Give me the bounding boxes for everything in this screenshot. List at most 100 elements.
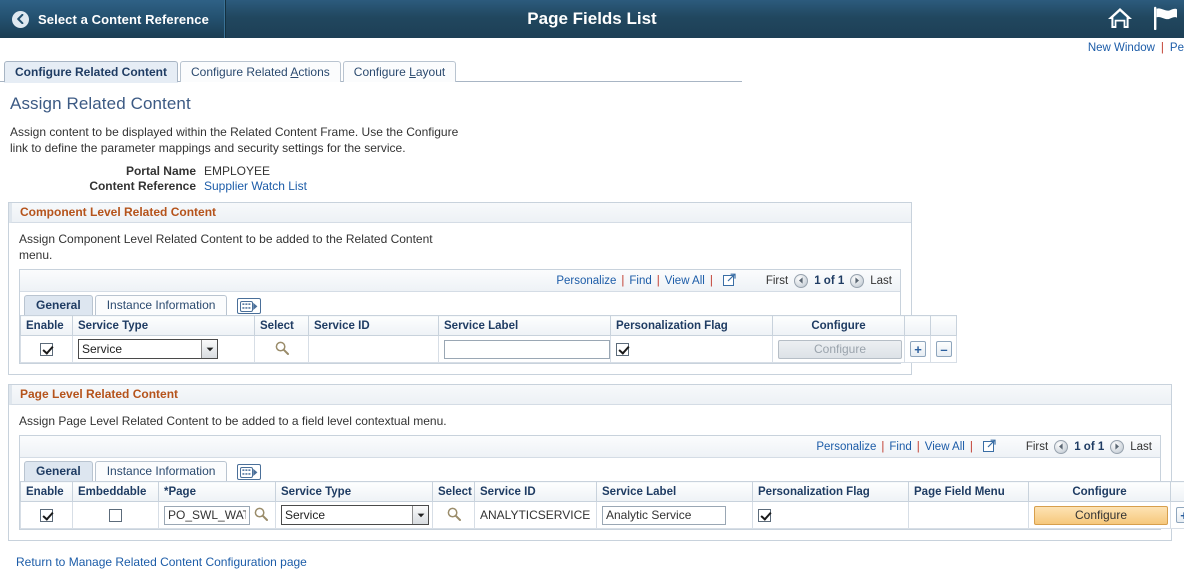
component-grid-tabs: General Instance Information [20, 292, 900, 315]
cell-configure: Configure [1029, 502, 1171, 529]
col-enable: Enable [21, 316, 73, 336]
page-content: Assign Related Content Assign content to… [0, 94, 1184, 569]
col-add [905, 316, 931, 336]
page-title: Assign Related Content [10, 94, 1176, 114]
new-window-icon[interactable] [723, 273, 736, 289]
col-configure: Configure [773, 316, 905, 336]
col-service-label: Service Label [597, 482, 753, 502]
show-all-columns-icon[interactable] [237, 464, 261, 480]
page-last-label[interactable]: Last [1130, 441, 1152, 453]
cell-service-type: Service [73, 336, 255, 363]
col-remove [931, 316, 957, 336]
cell-service-label [439, 336, 611, 363]
tab-configure-layout[interactable]: Configure Layout [343, 61, 456, 82]
component-add-row-button[interactable]: + [910, 341, 926, 357]
page-service-type-select[interactable]: Service [281, 505, 429, 525]
page-find-link[interactable]: Find [889, 441, 911, 453]
table-row: Service [21, 336, 957, 363]
page-tab-general[interactable]: General [24, 461, 93, 481]
component-grid-nav: Personalize | Find | View All | First 1 [20, 270, 900, 292]
nav-sep-3: | [710, 275, 713, 287]
component-first-label[interactable]: First [766, 275, 788, 287]
banner-icon-group [1106, 0, 1178, 38]
component-remove-row-button[interactable]: – [936, 341, 952, 357]
page-first-label[interactable]: First [1026, 441, 1048, 453]
page-level-section: Page Level Related Content Assign Page L… [8, 384, 1172, 541]
component-personalize-link[interactable]: Personalize [556, 275, 616, 287]
next-page-icon[interactable] [1110, 440, 1124, 454]
show-all-columns-icon[interactable] [237, 298, 261, 314]
component-enable-checkbox[interactable] [40, 343, 53, 356]
component-lookup-icon[interactable] [275, 341, 289, 358]
col-page-field-menu: Page Field Menu [909, 482, 1029, 502]
page-personalize-link[interactable]: Personalize [816, 441, 876, 453]
back-button[interactable]: Select a Content Reference [0, 0, 226, 38]
return-to-manage-related-content-link[interactable]: Return to Manage Related Content Configu… [16, 555, 307, 569]
tab-configure-related-actions[interactable]: Configure Related Actions [180, 61, 341, 82]
page-add-row-button[interactable]: + [1176, 507, 1184, 523]
col-select: Select [433, 482, 475, 502]
col-select: Select [255, 316, 309, 336]
page-service-label-input[interactable] [602, 506, 726, 525]
main-tab-strip: Configure Related Content Configure Rela… [0, 60, 1184, 82]
cell-add: + [905, 336, 931, 363]
cell-embeddable [73, 502, 159, 529]
col-service-type: Service Type [73, 316, 255, 336]
col-service-id: Service ID [309, 316, 439, 336]
previous-page-icon[interactable] [1054, 440, 1068, 454]
cell-page-field-menu [909, 502, 1029, 529]
component-service-label-input[interactable] [444, 340, 610, 359]
page-tab-instance-information[interactable]: Instance Information [95, 461, 228, 481]
previous-page-icon[interactable] [794, 274, 808, 288]
next-page-icon[interactable] [850, 274, 864, 288]
page-service-lookup-icon[interactable] [447, 507, 461, 524]
col-service-id: Service ID [475, 482, 597, 502]
new-window-icon[interactable] [983, 439, 996, 455]
tab-configure-related-content[interactable]: Configure Related Content [4, 61, 178, 82]
cell-service-type: Service [276, 502, 433, 529]
page-enable-checkbox[interactable] [40, 509, 53, 522]
chevron-left-icon [12, 11, 29, 28]
portal-name-value: EMPLOYEE [204, 164, 270, 178]
col-page: *Page [159, 482, 276, 502]
cell-configure: Configure [773, 336, 905, 363]
new-window-link[interactable]: New Window [1088, 42, 1155, 54]
content-reference-link[interactable]: Supplier Watch List [204, 179, 307, 193]
col-service-label: Service Label [439, 316, 611, 336]
component-personalization-checkbox[interactable] [616, 343, 629, 356]
cell-enable [21, 336, 73, 363]
page-embeddable-checkbox[interactable] [109, 509, 122, 522]
cell-service-id [309, 336, 439, 363]
component-tab-instance-information[interactable]: Instance Information [95, 295, 228, 315]
personalize-page-link[interactable]: Pe [1170, 42, 1184, 54]
nav-sep-5: | [917, 441, 920, 453]
component-service-type-select[interactable]: Service [78, 339, 218, 359]
cell-service-id: ANALYTICSERVICE [475, 502, 597, 529]
cell-add: + [1171, 502, 1184, 529]
content-reference-value: Supplier Watch List [204, 179, 307, 193]
component-last-label[interactable]: Last [870, 275, 892, 287]
page-pager: First 1 of 1 Last [1026, 440, 1152, 454]
page-name-input[interactable] [164, 506, 250, 525]
page-grid-header-row: Enable Embeddable *Page Service Type Sel… [21, 482, 1184, 502]
cell-page [159, 502, 276, 529]
home-icon[interactable] [1106, 6, 1134, 33]
component-page-count: 1 of 1 [814, 275, 844, 287]
component-tab-general[interactable]: General [24, 295, 93, 315]
nav-sep-1: | [621, 275, 624, 287]
page-lookup-icon[interactable] [254, 507, 268, 524]
page-personalization-checkbox[interactable] [758, 509, 771, 522]
page-view-all-link[interactable]: View All [925, 441, 965, 453]
component-find-link[interactable]: Find [629, 275, 651, 287]
flag-icon[interactable] [1152, 6, 1178, 33]
page-service-type-value: Service [285, 508, 412, 522]
page-configure-button[interactable]: Configure [1034, 506, 1168, 525]
app-banner: Select a Content Reference Page Fields L… [0, 0, 1184, 38]
component-view-all-link[interactable]: View All [665, 275, 705, 287]
component-pager: First 1 of 1 Last [766, 274, 892, 288]
page-level-description: Assign Page Level Related Content to be … [19, 413, 639, 429]
component-level-body: Assign Component Level Related Content t… [9, 223, 911, 374]
nav-sep-2: | [657, 275, 660, 287]
portal-name-row: Portal Name EMPLOYEE [8, 164, 1176, 178]
page-level-body: Assign Page Level Related Content to be … [9, 405, 1171, 540]
